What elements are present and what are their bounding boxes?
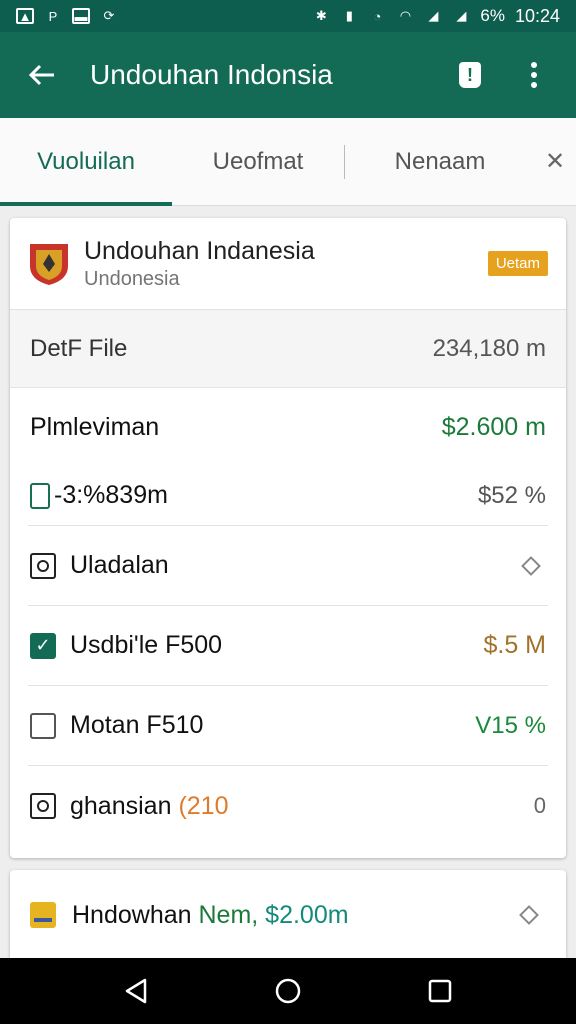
summary-card[interactable]: Hndowhan Nem, $2.00m <box>10 870 566 960</box>
list-item-value: $.5 M <box>483 631 546 659</box>
phone-icon <box>30 482 50 509</box>
list-item-count: (210 <box>178 791 229 820</box>
back-button[interactable] <box>22 55 62 95</box>
list-item-label: Usdbi'le F500 <box>70 631 223 659</box>
crest-icon <box>30 243 68 285</box>
data-saver-icon: ◔ <box>373 8 382 24</box>
summary-amount: $2.00m <box>265 900 349 929</box>
status-badge[interactable]: Uetam <box>487 251 548 276</box>
nav-back-button[interactable] <box>114 969 158 1013</box>
list-item-value: 0 <box>533 793 546 818</box>
signal-icon: ◢ <box>428 8 439 23</box>
tab-ueofmat[interactable]: Ueofmat <box>172 118 344 206</box>
alert-icon: ! <box>459 62 481 88</box>
card-title: Undouhan Indanesia <box>84 236 315 265</box>
list-item-value: V15 % <box>475 711 546 739</box>
tools-button[interactable]: ✕ <box>535 142 575 182</box>
alert-button[interactable]: ! <box>450 55 490 95</box>
more-vert-icon <box>531 62 537 88</box>
gallery-notification-icon: ▲ <box>16 8 34 24</box>
wallet-icon <box>30 902 56 928</box>
sync-notification-icon: ⟳ <box>103 8 115 23</box>
card-subtitle: Undonesia <box>84 267 180 290</box>
list-item-label: ghansian <box>70 791 172 820</box>
diamond-icon <box>519 905 539 925</box>
checkbox-unchecked[interactable] <box>30 712 56 739</box>
checkbox-checked[interactable]: ✓ <box>30 632 56 659</box>
tab-nenaam[interactable]: Nenaam <box>345 118 535 206</box>
nav-home-button[interactable] <box>266 969 310 1013</box>
list-item-usdbile[interactable]: ✓ Usdbi'le F500 $.5 M <box>28 606 548 686</box>
camera-icon <box>30 552 56 579</box>
tab-vuoluilan[interactable]: Vuoluilan <box>0 118 172 206</box>
tools-icon: ✕ <box>544 148 566 175</box>
overflow-menu-button[interactable] <box>514 55 554 95</box>
file-label: DetF File <box>30 334 128 362</box>
plan-value: $2.600 m <box>441 412 546 441</box>
percent-label: -3:%839m <box>54 481 168 509</box>
main-card: Undouhan Indanesia Undonesia Uetam DetF … <box>10 218 566 858</box>
percent-row: -3:%839m $52 % <box>28 466 548 526</box>
battery-text: 6% <box>480 6 505 25</box>
status-bar: ▲ P ▬ ⟳ ✱ ▮ ◔ ◠ ◢ ◢ 6% 10:24 <box>0 0 576 32</box>
summary-label: Hndowhan <box>72 900 192 929</box>
arrow-back-icon <box>28 64 54 86</box>
nav-back-icon <box>125 978 147 1004</box>
list-item-label: Uladalan <box>70 551 169 579</box>
nav-home-icon <box>275 978 301 1004</box>
page-title: Undouhan Indonsia <box>90 59 333 90</box>
list-item-ghansian[interactable]: ghansian (210 0 <box>28 766 548 846</box>
plan-label: Plmleviman <box>30 412 160 441</box>
clock: 10:24 <box>514 5 560 26</box>
list-item-uladalan[interactable]: Uladalan <box>28 526 548 606</box>
app-bar: Undouhan Indonsia ! <box>0 32 576 118</box>
bluetooth-icon: ✱ <box>315 8 327 23</box>
list-item-label: Motan F510 <box>70 711 204 739</box>
diamond-icon <box>521 555 541 576</box>
percent-value: $52 % <box>477 481 546 509</box>
signal-2-icon: ◢ <box>456 8 467 23</box>
wifi-icon: ◠ <box>399 8 412 23</box>
nav-recents-button[interactable] <box>418 969 462 1013</box>
file-row: DetF File 234,180 m <box>10 310 566 388</box>
card-header: Undouhan Indanesia Undonesia Uetam <box>10 218 566 310</box>
p-notification-icon: P <box>48 8 58 24</box>
camera-icon <box>30 793 56 819</box>
list-item-motan[interactable]: Motan F510 V15 % <box>28 686 548 766</box>
file-value: 234,180 m <box>432 334 546 362</box>
system-nav-bar <box>0 958 576 1024</box>
vibrate-icon: ▮ <box>345 8 353 23</box>
nav-recents-icon <box>428 979 452 1003</box>
mail-notification-icon: ▬ <box>72 8 90 24</box>
tab-bar: Vuoluilan Ueofmat Nenaam ✕ <box>0 118 576 206</box>
plan-row: Plmleviman $2.600 m <box>10 388 566 466</box>
summary-label-green: Nem, <box>198 900 259 929</box>
